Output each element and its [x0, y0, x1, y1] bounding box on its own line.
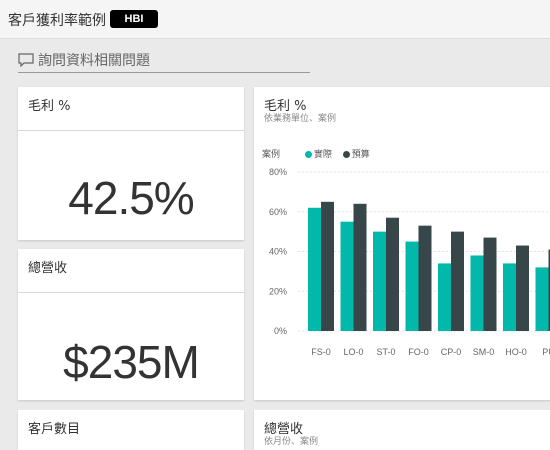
- bar-budget[interactable]: [484, 238, 497, 331]
- card-title: 毛利 %: [28, 95, 71, 114]
- x-tick-label: CP-0: [441, 347, 462, 357]
- gross-margin-card[interactable]: 毛利 % 42.5%: [18, 87, 244, 240]
- margin-chart-card[interactable]: 毛利 % 依業務單位、案例 案例 實際 預算 80%60%40%20%0%FS-…: [254, 87, 550, 400]
- y-tick-label: 80%: [269, 167, 287, 177]
- total-revenue-value: $235M: [18, 335, 244, 389]
- chart-subtitle: 依業務單位、案例: [264, 111, 336, 124]
- bar-actual[interactable]: [308, 208, 321, 331]
- bar-budget[interactable]: [451, 232, 464, 331]
- x-tick-label: SM-0: [473, 347, 495, 357]
- y-tick-label: 0%: [274, 326, 287, 336]
- card-title: 客戶數目: [28, 418, 80, 437]
- bar-actual[interactable]: [406, 242, 419, 331]
- qa-search-box[interactable]: 詢問資料相關問題: [18, 48, 310, 73]
- top-bar: 客戶獲利率範例 HBI: [0, 0, 550, 39]
- gross-margin-value: 42.5%: [18, 171, 244, 225]
- y-tick-label: 40%: [269, 247, 287, 257]
- x-tick-label: FO-0: [408, 347, 429, 357]
- chart-legend: 案例 實際 預算: [262, 147, 370, 160]
- bar-actual[interactable]: [471, 255, 484, 331]
- legend-actual-dot: [305, 151, 312, 158]
- x-tick-label: FS-0: [311, 347, 331, 357]
- bar-actual[interactable]: [503, 263, 516, 331]
- speech-bubble-icon: [18, 53, 34, 67]
- x-tick-label: ST-0: [376, 347, 395, 357]
- divider: [18, 130, 244, 131]
- x-tick-label: PU: [542, 347, 550, 357]
- legend-title: 案例: [262, 150, 280, 160]
- customer-count-card[interactable]: 客戶數目: [18, 410, 244, 450]
- bar-budget[interactable]: [354, 204, 367, 331]
- bar-budget[interactable]: [386, 218, 399, 331]
- revenue-chart-card[interactable]: 總營收 依月份、案例: [254, 410, 550, 450]
- y-tick-label: 60%: [269, 207, 287, 217]
- x-tick-label: HO-0: [505, 347, 527, 357]
- bar-budget[interactable]: [419, 226, 432, 331]
- legend-budget-label: 預算: [352, 150, 370, 160]
- sensitivity-badge[interactable]: HBI: [110, 10, 158, 28]
- legend-budget-dot: [343, 151, 350, 158]
- bar-actual[interactable]: [373, 232, 386, 331]
- bar-chart: 80% 60% 40% 20% 0% FS-0 LO-0 ST-0 FO-0 CP-0 SM-0 HO…: [254, 162, 550, 392]
- legend-actual-label: 實際: [314, 150, 332, 160]
- qa-placeholder: 詢問資料相關問題: [38, 50, 150, 70]
- bar-actual[interactable]: [341, 222, 354, 331]
- bar-budget[interactable]: [516, 246, 529, 331]
- bar-budget[interactable]: [321, 202, 334, 331]
- card-title: 總營收: [28, 257, 67, 276]
- total-revenue-card[interactable]: 總營收 $235M: [18, 249, 244, 400]
- bar-actual[interactable]: [536, 267, 549, 331]
- y-tick-label: 20%: [269, 286, 287, 296]
- report-title: 客戶獲利率範例: [8, 10, 106, 30]
- bar-actual[interactable]: [438, 263, 451, 331]
- x-tick-label: LO-0: [343, 347, 363, 357]
- divider: [18, 292, 244, 293]
- chart-subtitle: 依月份、案例: [264, 434, 318, 447]
